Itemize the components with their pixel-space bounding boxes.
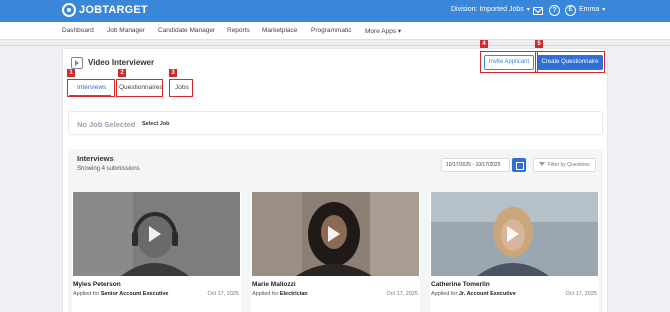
applied-for-text: Applied for Senior Account Executive <box>73 291 169 297</box>
video-thumbnail[interactable] <box>252 192 419 276</box>
applied-for-text: Applied for Electrician <box>252 291 308 297</box>
user-avatar[interactable]: E <box>564 4 577 17</box>
user-name: Emma <box>579 6 600 13</box>
annotation-number-2: 2 <box>118 69 126 77</box>
applied-for-text: Applied for Jr. Account Executive <box>431 291 516 297</box>
annotation-box-2 <box>116 79 163 97</box>
logo-icon <box>62 3 76 17</box>
help-icon[interactable]: ? <box>548 4 561 17</box>
annotation-box-5 <box>535 51 605 73</box>
video-thumbnail[interactable] <box>431 192 598 276</box>
top-bar: JOBTARGET Division: Imported Jobs ▾ ? E … <box>0 0 670 22</box>
interviews-panel: Interviews Showing 4 submissions 10/17/2… <box>68 149 603 312</box>
annotation-number-1: 1 <box>67 69 75 77</box>
annotation-number-3: 3 <box>169 69 177 77</box>
submission-date: Oct 17, 2025 <box>207 291 240 297</box>
mail-icon[interactable] <box>531 4 544 17</box>
video-thumbnail[interactable] <box>73 192 240 276</box>
interview-card[interactable]: Marie Maliozzi Applied for Electrician O… <box>251 192 420 312</box>
interview-card[interactable]: Myles Peterson Applied for Senior Accoun… <box>72 192 241 312</box>
video-icon <box>71 57 83 69</box>
calendar-icon[interactable] <box>512 158 526 172</box>
nav-job-manager[interactable]: Job Manager <box>107 27 145 34</box>
nav-candidate-manager[interactable]: Candidate Manager <box>158 27 215 34</box>
play-icon[interactable] <box>149 226 161 242</box>
logo-text: JOBTARGET <box>79 4 148 16</box>
user-menu[interactable]: Emma ▾ <box>579 6 605 13</box>
interview-card[interactable]: Catherine Tomerlin Applied for Jr. Accou… <box>430 192 599 312</box>
nav-marketplace[interactable]: Marketplace <box>262 27 297 34</box>
page-title: Video Interviewer <box>88 58 155 67</box>
nav-reports[interactable]: Reports <box>227 27 250 34</box>
division-selector[interactable]: Division: Imported Jobs ▾ <box>451 6 530 13</box>
candidate-name[interactable]: Myles Peterson <box>73 281 121 288</box>
video-interviewer-card: Video Interviewer Invite Applicant Creat… <box>62 40 608 312</box>
position-name: Electrician <box>279 291 308 297</box>
candidate-name[interactable]: Marie Maliozzi <box>252 281 296 288</box>
chevron-down-icon: ▾ <box>526 7 530 13</box>
user-initial: E <box>565 5 576 16</box>
chevron-down-icon: ▾ <box>397 28 402 35</box>
job-selector: No Job Selected Select Job <box>68 111 603 135</box>
submission-date: Oct 17, 2025 <box>565 291 598 297</box>
jobtarget-logo[interactable]: JOBTARGET <box>62 3 148 17</box>
submissions-count: Showing 4 submissions <box>77 166 140 172</box>
division-label: Division: Imported Jobs <box>451 6 524 13</box>
position-name: Senior Account Executive <box>100 291 169 297</box>
main-nav: Dashboard Job Manager Candidate Manager … <box>0 22 670 40</box>
submission-date: Oct 17, 2025 <box>386 291 419 297</box>
annotation-number-5: 5 <box>535 40 543 48</box>
annotation-number-4: 4 <box>480 40 488 48</box>
date-range-input[interactable]: 10/17/2025 - 10/17/2025 <box>441 158 510 172</box>
interviews-heading: Interviews <box>77 154 114 163</box>
nav-dashboard[interactable]: Dashboard <box>62 27 94 34</box>
divider <box>0 45 670 46</box>
annotation-box-4 <box>480 51 538 73</box>
annotation-box-1 <box>67 79 115 97</box>
play-icon[interactable] <box>507 226 519 242</box>
play-icon[interactable] <box>328 226 340 242</box>
nav-programmatic[interactable]: Programmatic <box>311 27 351 34</box>
filter-questions-dropdown[interactable]: Filter by Questions <box>533 158 596 172</box>
position-name: Jr. Account Executive <box>458 291 516 297</box>
candidate-name[interactable]: Catherine Tomerlin <box>431 281 490 288</box>
no-job-text: No Job Selected <box>77 120 136 129</box>
nav-more-apps[interactable]: More Apps ▾ <box>365 27 401 35</box>
select-job-link[interactable]: Select Job <box>142 121 170 127</box>
chevron-down-icon: ▾ <box>602 7 606 13</box>
filter-icon <box>539 162 545 166</box>
annotation-box-3 <box>169 79 193 97</box>
filter-placeholder: Filter by Questions <box>548 162 590 168</box>
